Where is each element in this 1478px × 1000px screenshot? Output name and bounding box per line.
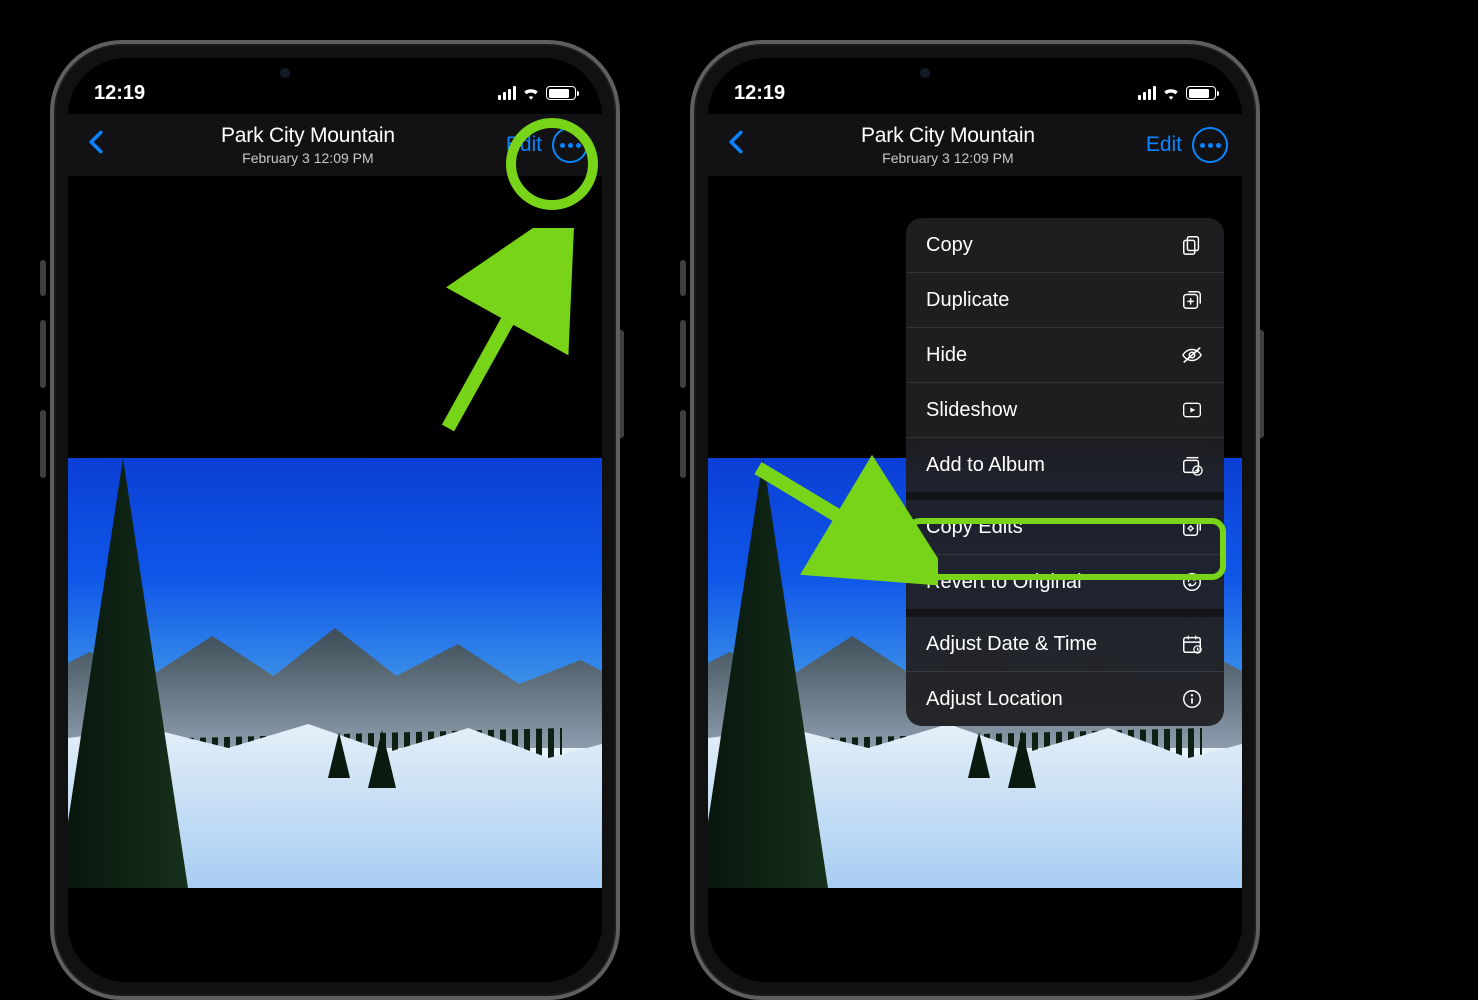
menu-item-label: Revert to Original xyxy=(926,571,1082,594)
nav-title: Park City Mountain xyxy=(110,124,506,148)
menu-item-copy-edits[interactable]: Copy Edits xyxy=(906,500,1224,555)
volume-up-button[interactable] xyxy=(680,320,686,388)
screen: 12:19 Park City Mountain February 3 12:0… xyxy=(68,58,602,982)
edit-button[interactable]: Edit xyxy=(506,133,542,157)
edit-button[interactable]: Edit xyxy=(1146,133,1182,157)
menu-item-label: Adjust Date & Time xyxy=(926,633,1097,656)
cellular-icon xyxy=(498,86,516,100)
menu-item-add-to-album[interactable]: Add to Album xyxy=(906,438,1224,500)
eye-slash-icon xyxy=(1180,343,1204,367)
menu-item-label: Duplicate xyxy=(926,289,1009,312)
phone-mockup-left: 12:19 Park City Mountain February 3 12:0… xyxy=(50,40,620,1000)
menu-item-label: Copy xyxy=(926,234,973,257)
nav-header: Park City Mountain February 3 12:09 PM E… xyxy=(708,114,1242,176)
menu-item-adjust-date[interactable]: Adjust Date & Time xyxy=(906,617,1224,672)
copy-edits-icon xyxy=(1180,515,1204,539)
nav-subtitle: February 3 12:09 PM xyxy=(750,150,1146,166)
chevron-left-icon xyxy=(728,130,744,154)
nav-title: Park City Mountain xyxy=(750,124,1146,148)
photo-viewer[interactable] xyxy=(68,458,602,888)
menu-item-label: Slideshow xyxy=(926,399,1017,422)
play-rect-icon xyxy=(1180,398,1204,422)
menu-item-duplicate[interactable]: Duplicate xyxy=(906,273,1224,328)
menu-item-slideshow[interactable]: Slideshow xyxy=(906,383,1224,438)
status-time: 12:19 xyxy=(94,82,145,105)
menu-item-revert[interactable]: Revert to Original xyxy=(906,555,1224,617)
menu-item-label: Adjust Location xyxy=(926,688,1063,711)
status-time: 12:19 xyxy=(734,82,785,105)
mute-switch[interactable] xyxy=(680,260,686,296)
info-icon xyxy=(1180,687,1204,711)
calendar-icon xyxy=(1180,632,1204,656)
more-button[interactable] xyxy=(1192,127,1228,163)
menu-item-copy[interactable]: Copy xyxy=(906,218,1224,273)
notch xyxy=(230,58,440,92)
back-button[interactable] xyxy=(722,128,750,162)
album-add-icon xyxy=(1180,453,1204,477)
battery-icon xyxy=(546,86,576,100)
chevron-left-icon xyxy=(88,130,104,154)
volume-down-button[interactable] xyxy=(40,410,46,478)
cellular-icon xyxy=(1138,86,1156,100)
screen: 12:19 Park City Mountain February 3 12:0… xyxy=(708,58,1242,982)
menu-item-hide[interactable]: Hide xyxy=(906,328,1224,383)
back-button[interactable] xyxy=(82,128,110,162)
mute-switch[interactable] xyxy=(40,260,46,296)
menu-item-label: Add to Album xyxy=(926,454,1045,477)
volume-down-button[interactable] xyxy=(680,410,686,478)
nav-header: Park City Mountain February 3 12:09 PM E… xyxy=(68,114,602,176)
notch xyxy=(870,58,1080,92)
wifi-icon xyxy=(522,86,540,100)
phone-mockup-right: 12:19 Park City Mountain February 3 12:0… xyxy=(690,40,1260,1000)
wifi-icon xyxy=(1162,86,1180,100)
context-menu: Copy Duplicate Hide Slideshow xyxy=(906,218,1224,726)
annotation-arrow xyxy=(428,228,578,448)
more-button[interactable] xyxy=(552,127,588,163)
revert-icon xyxy=(1180,570,1204,594)
copy-icon xyxy=(1180,233,1204,257)
menu-item-adjust-location[interactable]: Adjust Location xyxy=(906,672,1224,726)
duplicate-icon xyxy=(1180,288,1204,312)
volume-up-button[interactable] xyxy=(40,320,46,388)
menu-item-label: Copy Edits xyxy=(926,516,1023,539)
nav-subtitle: February 3 12:09 PM xyxy=(110,150,506,166)
menu-item-label: Hide xyxy=(926,344,967,367)
battery-icon xyxy=(1186,86,1216,100)
